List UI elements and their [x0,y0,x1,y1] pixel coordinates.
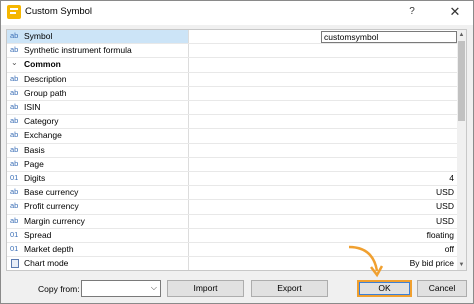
text-type-icon: ab [10,215,19,225]
section-header[interactable]: ⌄ Common [7,58,458,73]
property-label: Category [24,116,59,127]
property-label: Digits [24,173,46,183]
property-name-cell[interactable]: ab Synthetic instrument formula [7,44,189,58]
custom-symbol-dialog: Custom Symbol ? ✕ ab Symbol customsymbol ab… [0,0,474,304]
text-type-icon: ab [10,73,19,83]
symbol-value-input[interactable]: customsymbol [321,31,457,43]
property-name-cell[interactable]: ab Exchange [7,129,189,143]
property-label: Symbol [24,31,53,41]
property-name-cell[interactable]: ab Margin currency [7,214,189,228]
property-label: Base currency [24,187,79,198]
property-label: Page [24,158,44,169]
property-row[interactable]: ab Group path [7,86,458,101]
property-name-cell[interactable]: ab Description [7,72,189,86]
property-name-cell[interactable]: Chart mode [7,257,189,270]
collapse-chevron-icon[interactable]: ⌄ [11,58,18,67]
property-label: Chart mode [24,258,69,269]
property-name-cell[interactable]: 01 Spread [7,228,189,242]
dialog-title: Custom Symbol [25,6,93,17]
title-bar: Custom Symbol ? ✕ [1,1,473,25]
property-name-cell[interactable]: ab Basis [7,143,189,157]
property-value[interactable]: USD [436,201,454,211]
text-type-icon: ab [10,144,19,154]
property-name-cell[interactable]: ab Category [7,115,189,129]
text-type-icon: ab [10,130,19,140]
help-button[interactable]: ? [405,5,419,19]
property-row[interactable]: 01 Digits 4 [7,172,458,187]
scroll-thumb[interactable] [458,41,465,121]
property-row[interactable]: ab Basis [7,143,458,158]
text-type-icon: ab [10,116,19,126]
property-row[interactable]: ab ISIN [7,101,458,116]
export-button[interactable]: Export [251,280,328,297]
scroll-down-arrow-icon[interactable]: ▼ [458,261,465,269]
property-name-cell[interactable]: ab Symbol [7,30,189,44]
property-row[interactable]: ab Synthetic instrument formula [7,44,458,59]
property-label: Exchange [24,130,62,141]
close-button[interactable]: ✕ [447,4,463,20]
property-row[interactable]: ab Margin currency USD [7,214,458,229]
property-row[interactable]: ab Category [7,115,458,130]
property-value[interactable]: USD [436,187,454,197]
text-type-icon: ab [10,102,19,111]
property-value[interactable]: USD [436,216,454,226]
property-name-cell[interactable]: ab Profit currency [7,200,189,214]
numeric-type-icon: 01 [10,244,19,253]
property-row[interactable]: ab Exchange [7,129,458,144]
text-type-icon: ab [10,31,19,40]
ok-button[interactable]: OK [357,280,412,297]
property-name-cell[interactable]: ab Page [7,157,189,171]
property-label: Common [24,59,61,70]
property-value[interactable]: By bid price [410,258,454,268]
property-label: Profit currency [24,201,79,212]
cancel-button[interactable]: Cancel [417,280,467,297]
chart-mode-icon [11,259,19,269]
numeric-type-icon: 01 [10,173,19,182]
property-row[interactable]: 01 Spread floating [7,228,458,243]
property-name-cell[interactable]: ab Group path [7,86,189,100]
dialog-footer: Copy from: ⌵ Import Export OK Cancel [1,275,473,303]
property-value[interactable]: off [445,244,454,254]
property-row[interactable]: ab Profit currency USD [7,200,458,215]
app-icon [7,5,21,19]
property-row[interactable]: ab Description [7,72,458,87]
property-row[interactable]: ab Symbol customsymbol [7,30,458,45]
scroll-up-arrow-icon[interactable]: ▲ [458,31,465,39]
properties-grid: ab Symbol customsymbol ab Synthetic instrume… [6,29,467,271]
text-type-icon: ab [10,158,19,168]
property-label: Group path [24,87,67,98]
text-type-icon: ab [10,87,19,97]
property-label: Market depth [24,244,74,254]
property-label: Spread [24,229,52,240]
property-label: Basis [24,144,45,155]
property-label: Margin currency [24,215,85,226]
import-button[interactable]: Import [167,280,244,297]
property-name-cell[interactable]: 01 Market depth [7,243,189,257]
text-type-icon: ab [10,45,19,55]
property-name-cell[interactable]: ⌄ Common [7,58,189,72]
property-label: Synthetic instrument formula [24,45,132,56]
chevron-down-icon: ⌵ [150,283,157,292]
property-row[interactable]: ab Page [7,157,458,172]
property-row[interactable]: ab Base currency USD [7,186,458,201]
vertical-scrollbar[interactable]: ▲ ▼ [457,30,466,270]
property-label: ISIN [24,102,41,112]
property-label: Description [24,73,67,84]
property-value[interactable]: floating [427,230,454,240]
copy-from-select[interactable]: ⌵ [81,280,161,297]
property-name-cell[interactable]: 01 Digits [7,172,189,186]
text-type-icon: ab [10,201,19,211]
property-name-cell[interactable]: ab Base currency [7,186,189,200]
property-value[interactable]: 4 [449,173,454,183]
text-type-icon: ab [10,187,19,197]
copy-from-label: Copy from: [38,284,80,294]
property-name-cell[interactable]: ab ISIN [7,101,189,115]
numeric-type-icon: 01 [10,229,19,239]
